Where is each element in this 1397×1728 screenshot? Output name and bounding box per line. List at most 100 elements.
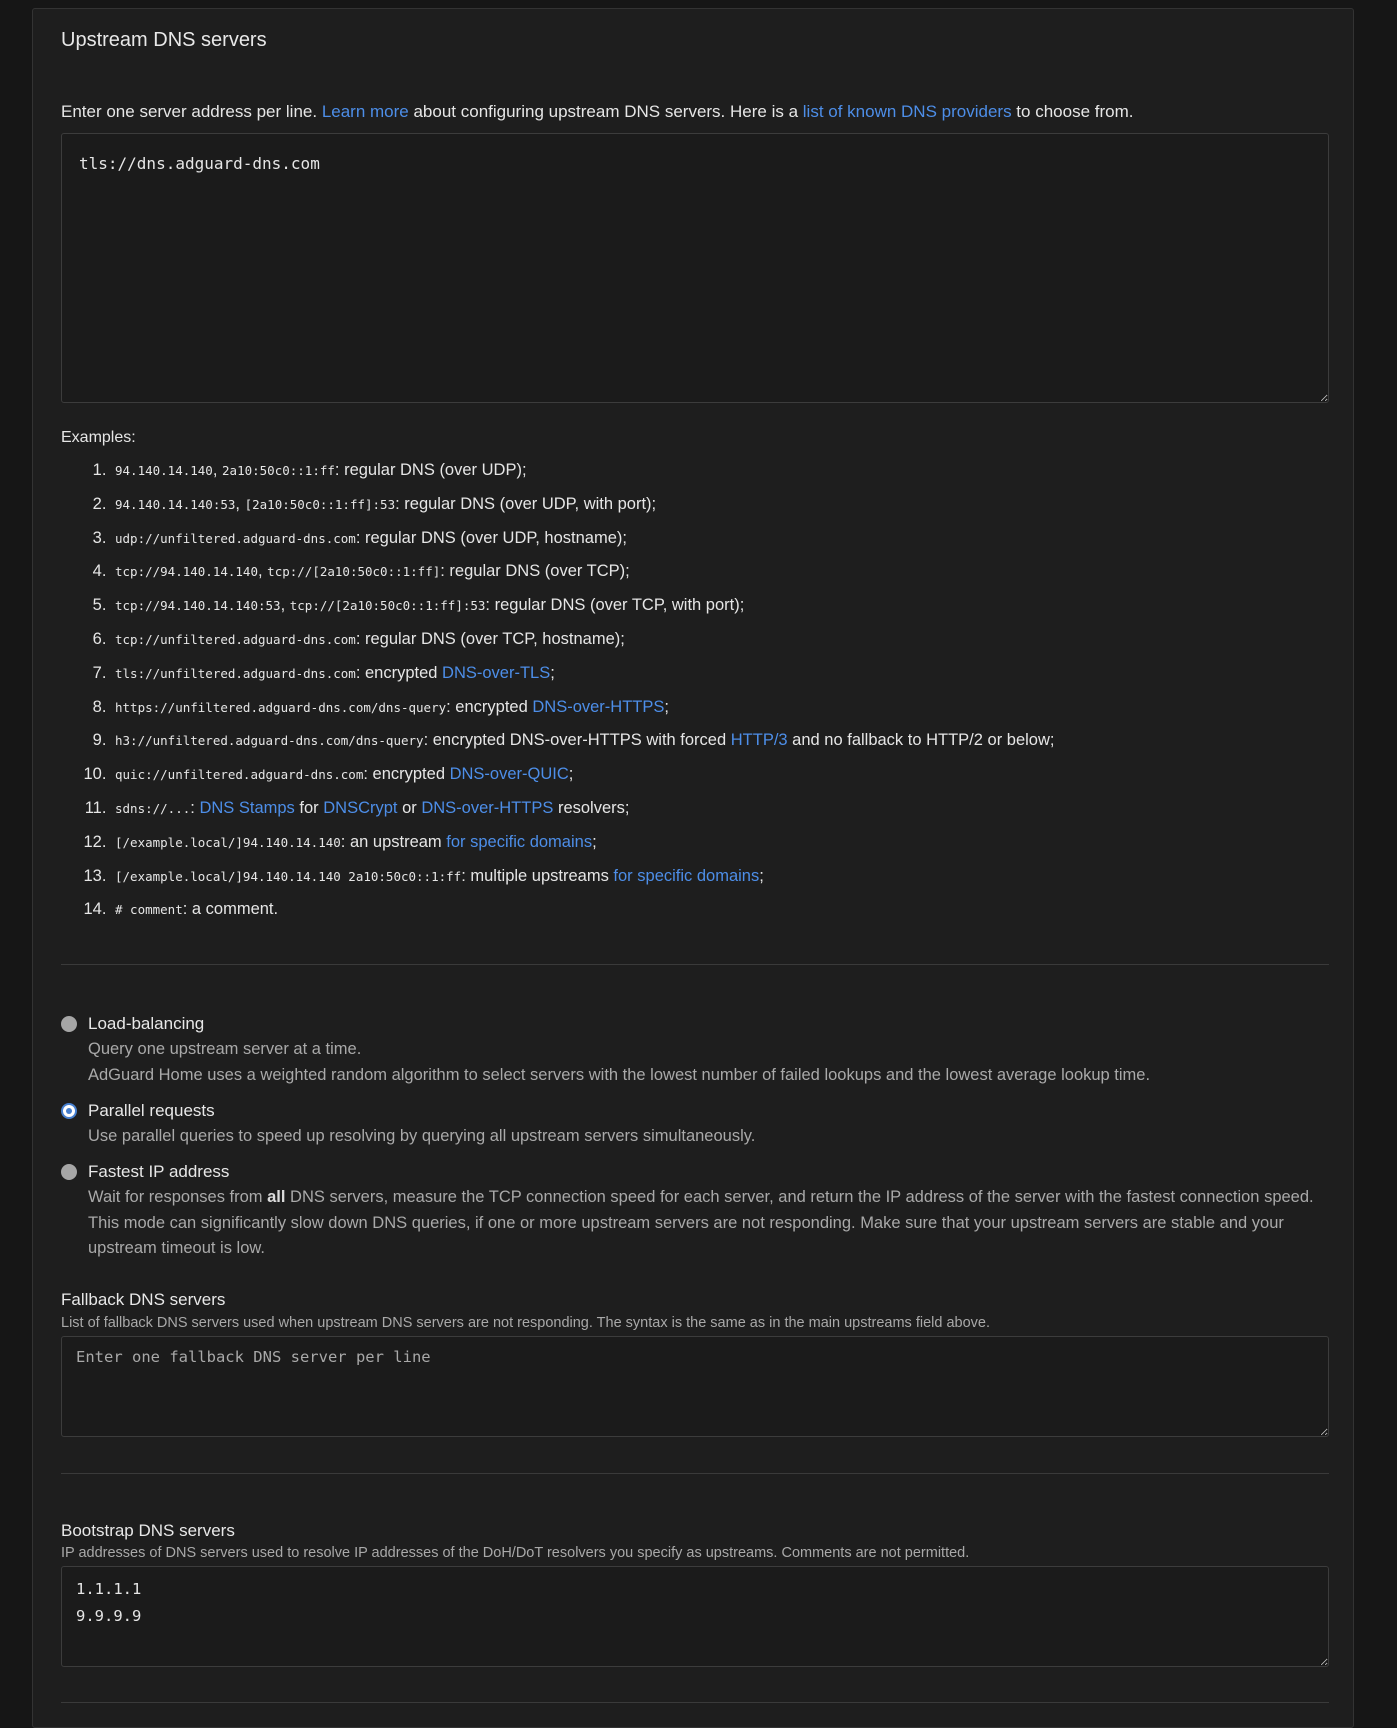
- example-text: : encrypted DNS-over-HTTPS with forced: [423, 731, 731, 750]
- example-item: tls://unfiltered.adguard-dns.com: encryp…: [111, 657, 1054, 691]
- radio-label[interactable]: Fastest IP address: [88, 1162, 229, 1182]
- separator: ,: [280, 596, 290, 615]
- radio-label[interactable]: Load-balancing: [88, 1014, 204, 1034]
- fastest-ip-description: Wait for responses from all DNS servers,…: [88, 1185, 1333, 1262]
- fallback-subtitle: List of fallback DNS servers used when u…: [61, 1315, 990, 1331]
- example-item: [/example.local/]94.140.14.140: an upstr…: [111, 826, 1054, 860]
- example-code: tcp://[2a10:50c0::1:ff]:53: [289, 598, 486, 614]
- description-text: Wait for responses from: [88, 1188, 268, 1206]
- example-item: tcp://94.140.14.140:53, tcp://[2a10:50c0…: [111, 589, 1054, 623]
- upstream-description: Enter one server address per line. Learn…: [61, 102, 1133, 122]
- specific-domains-link[interactable]: for specific domains: [446, 833, 592, 851]
- example-code: tls://unfiltered.adguard-dns.com: [115, 665, 356, 681]
- divider: [61, 964, 1329, 965]
- example-item: tcp://unfiltered.adguard-dns.com: regula…: [111, 623, 1054, 657]
- example-text: ;: [550, 663, 555, 682]
- bootstrap-subtitle: IP addresses of DNS servers used to reso…: [61, 1545, 970, 1561]
- example-code: 94.140.14.140: [115, 463, 213, 478]
- example-text: ;: [759, 866, 764, 885]
- examples-title: Examples:: [61, 429, 136, 446]
- desc-text: about configuring upstream DNS servers. …: [408, 102, 803, 121]
- separator: ,: [212, 461, 223, 479]
- example-code: tcp://94.140.14.140:53: [115, 598, 281, 614]
- load-balancing-radio[interactable]: [61, 1016, 77, 1032]
- desc-text: to choose from.: [1011, 102, 1134, 121]
- dns-providers-link[interactable]: list of known DNS providers: [803, 102, 1012, 121]
- fallback-servers-textarea[interactable]: [61, 1336, 1329, 1437]
- example-text: : regular DNS (over UDP);: [334, 461, 527, 479]
- upstream-servers-textarea[interactable]: [61, 133, 1329, 403]
- description-bold: all: [267, 1188, 286, 1206]
- separator: ,: [258, 562, 268, 581]
- dns-over-tls-link[interactable]: DNS-over-TLS: [442, 664, 550, 682]
- divider: [61, 1702, 1329, 1703]
- example-code: sdns://...: [115, 800, 191, 816]
- load-balancing-radio-option[interactable]: Load-balancing: [61, 1014, 204, 1034]
- example-item: [/example.local/]94.140.14.140 2a10:50c0…: [111, 860, 1054, 894]
- example-code: h3://unfiltered.adguard-dns.com/dns-quer…: [115, 733, 424, 749]
- example-code: tcp://unfiltered.adguard-dns.com: [115, 631, 356, 647]
- examples-list: 94.140.14.140, 2a10:50c0::1:ff: regular …: [61, 454, 1054, 927]
- http3-link[interactable]: HTTP/3: [731, 731, 788, 749]
- divider: [61, 1473, 1329, 1474]
- example-item: sdns://...: DNS Stamps for DNSCrypt or D…: [111, 792, 1054, 826]
- example-text: or: [397, 798, 422, 817]
- example-code: quic://unfiltered.adguard-dns.com: [115, 767, 364, 783]
- learn-more-link[interactable]: Learn more: [322, 102, 409, 121]
- example-item: 94.140.14.140:53, [2a10:50c0::1:ff]:53: …: [111, 488, 1054, 522]
- dnscrypt-link[interactable]: DNSCrypt: [323, 799, 397, 817]
- radio-label[interactable]: Parallel requests: [88, 1101, 215, 1121]
- example-code: udp://unfiltered.adguard-dns.com: [115, 530, 356, 546]
- example-item: udp://unfiltered.adguard-dns.com: regula…: [111, 522, 1054, 556]
- description-line: AdGuard Home uses a weighted random algo…: [88, 1065, 1151, 1084]
- example-text: : regular DNS (over UDP, hostname);: [355, 528, 627, 547]
- example-code: [/example.local/]94.140.14.140 2a10:50c0…: [115, 868, 462, 884]
- fastest-ip-radio[interactable]: [61, 1164, 77, 1180]
- example-text: and no fallback to HTTP/2 or below;: [787, 731, 1055, 750]
- dns-over-quic-link[interactable]: DNS-over-QUIC: [450, 765, 569, 783]
- example-text: : encrypted: [446, 697, 533, 716]
- example-text: : multiple upstreams: [461, 866, 614, 885]
- example-code: tcp://94.140.14.140: [115, 564, 258, 580]
- example-code: tcp://[2a10:50c0::1:ff]: [267, 564, 441, 580]
- parallel-requests-description: Use parallel queries to speed up resolvi…: [88, 1127, 756, 1145]
- example-code: https://unfiltered.adguard-dns.com/dns-q…: [115, 699, 447, 715]
- example-text: : regular DNS (over TCP);: [440, 562, 630, 581]
- example-item: https://unfiltered.adguard-dns.com/dns-q…: [111, 691, 1054, 725]
- dns-over-https-link[interactable]: DNS-over-HTTPS: [532, 698, 664, 716]
- bootstrap-servers-textarea[interactable]: [61, 1566, 1329, 1667]
- parallel-requests-radio-option[interactable]: Parallel requests: [61, 1101, 215, 1121]
- example-code: # comment: [115, 902, 183, 918]
- example-text: : regular DNS (over TCP, with port);: [485, 596, 745, 615]
- example-text: ;: [592, 832, 597, 851]
- example-text: : an upstream: [340, 832, 447, 851]
- example-text: : a comment.: [182, 900, 279, 919]
- example-item: 94.140.14.140, 2a10:50c0::1:ff: regular …: [111, 454, 1054, 488]
- fallback-title: Fallback DNS servers: [61, 1290, 226, 1309]
- example-item: h3://unfiltered.adguard-dns.com/dns-quer…: [111, 724, 1054, 758]
- example-code: [/example.local/]94.140.14.140: [115, 834, 341, 850]
- example-code: 94.140.14.140:53: [115, 496, 236, 512]
- upstream-dns-card: Upstream DNS servers Enter one server ad…: [32, 8, 1354, 1728]
- example-item: # comment: a comment.: [111, 893, 1054, 927]
- load-balancing-description: Query one upstream server at a time. AdG…: [88, 1037, 1333, 1088]
- desc-text: Enter one server address per line.: [61, 102, 322, 121]
- parallel-requests-radio[interactable]: [61, 1103, 77, 1119]
- specific-domains-link[interactable]: for specific domains: [613, 867, 759, 885]
- example-text: for: [294, 798, 324, 817]
- card-title: Upstream DNS servers: [61, 29, 267, 51]
- example-text: : encrypted: [355, 663, 443, 682]
- example-text: ;: [664, 697, 669, 716]
- example-code: 2a10:50c0::1:ff: [222, 463, 335, 478]
- example-item: tcp://94.140.14.140, tcp://[2a10:50c0::1…: [111, 555, 1054, 589]
- example-text: resolvers;: [553, 798, 630, 817]
- example-text: : regular DNS (over UDP, with port);: [395, 494, 657, 513]
- fastest-ip-radio-option[interactable]: Fastest IP address: [61, 1162, 229, 1182]
- bootstrap-title: Bootstrap DNS servers: [61, 1521, 235, 1540]
- example-text: : encrypted: [363, 765, 450, 784]
- example-text: : regular DNS (over TCP, hostname);: [355, 629, 625, 648]
- dns-stamps-link[interactable]: DNS Stamps: [199, 799, 294, 817]
- description-line: Query one upstream server at a time.: [88, 1040, 362, 1058]
- example-text: ;: [568, 765, 574, 784]
- dns-over-https-link[interactable]: DNS-over-HTTPS: [421, 799, 553, 817]
